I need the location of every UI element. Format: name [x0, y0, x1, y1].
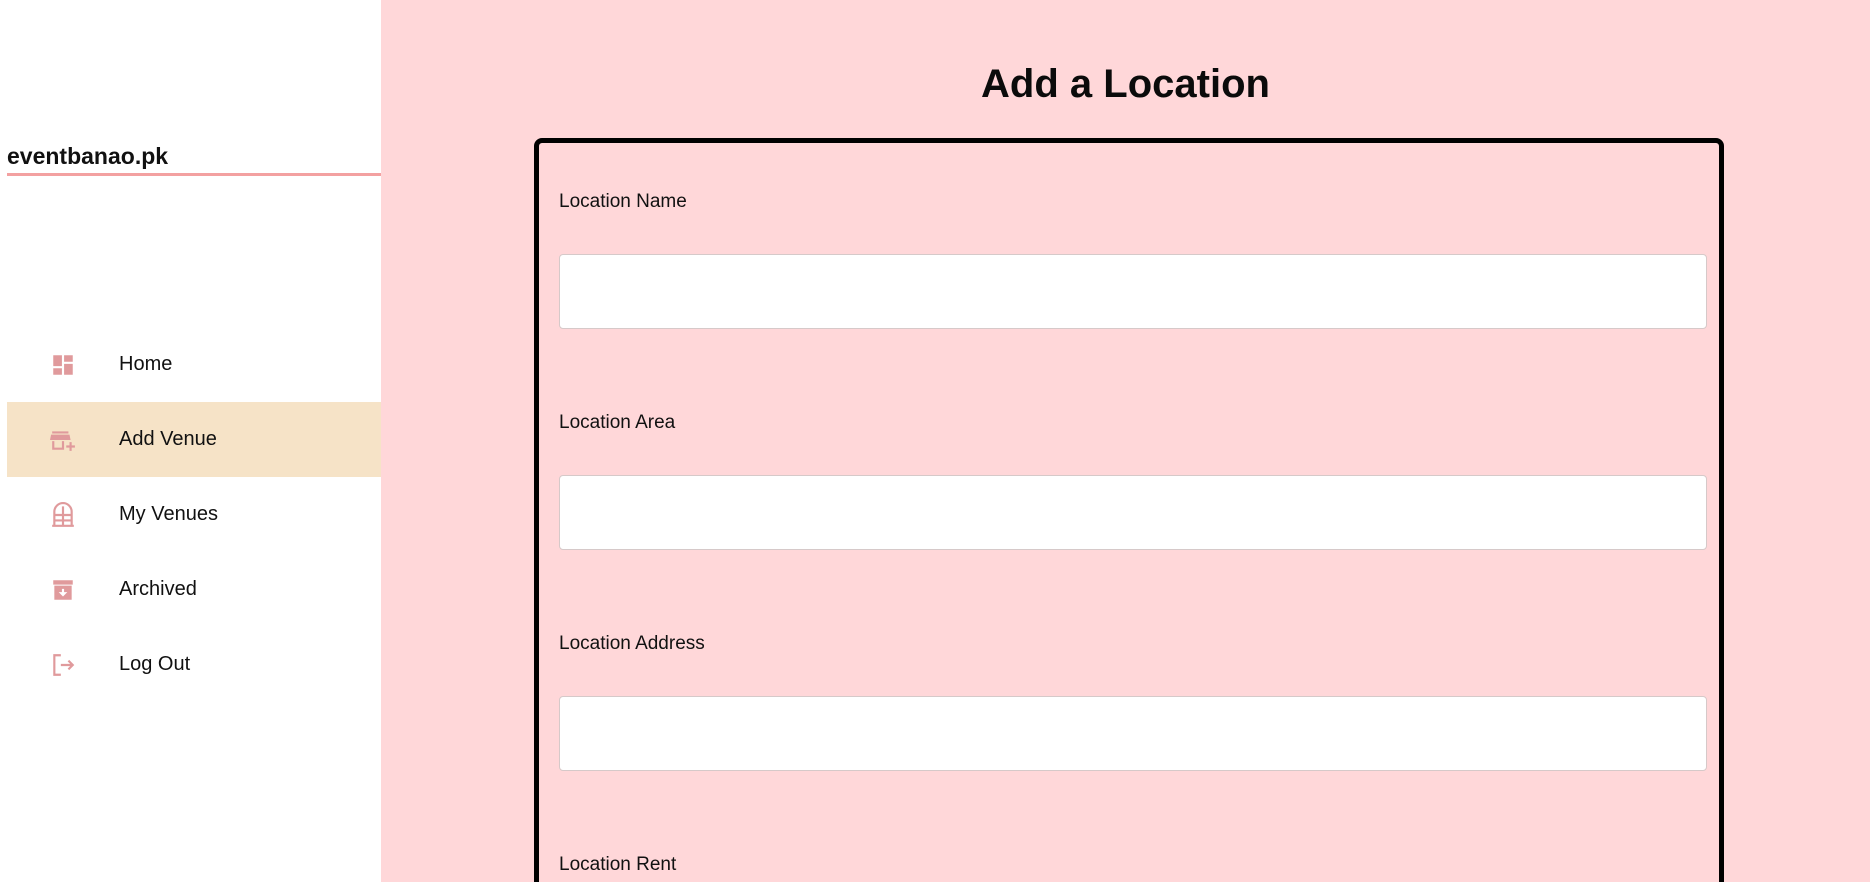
location-address-input[interactable] [559, 696, 1707, 771]
sidebar-nav: Home Add Venue My Venues Archived Log Ou… [7, 327, 381, 702]
sidebar-item-label: Archived [119, 578, 197, 600]
location-area-label: Location Area [559, 412, 676, 433]
logout-icon [50, 652, 76, 678]
sidebar-item-log-out[interactable]: Log Out [7, 627, 381, 702]
add-business-icon [50, 427, 76, 453]
add-location-form: Location Name Location Area Location Add… [534, 138, 1724, 882]
location-name-label: Location Name [559, 191, 687, 212]
sidebar-item-label: Add Venue [119, 428, 217, 450]
sidebar-item-add-venue[interactable]: Add Venue [7, 402, 381, 477]
sidebar-item-archived[interactable]: Archived [7, 552, 381, 627]
sidebar-item-label: Home [119, 353, 173, 375]
main-content: Add a Location Location Name Location Ar… [381, 0, 1870, 882]
location-name-input[interactable] [559, 254, 1707, 329]
page-title: Add a Location [981, 62, 1270, 106]
archive-icon [50, 577, 76, 603]
venue-building-icon [50, 501, 76, 528]
sidebar-item-home[interactable]: Home [7, 327, 381, 402]
app-window: eventbanao.pk Home Add Venue My Venues A… [0, 0, 1870, 882]
location-rent-label: Location Rent [559, 854, 677, 875]
location-area-input[interactable] [559, 475, 1707, 550]
sidebar-item-label: Log Out [119, 653, 191, 675]
brand-logo-text[interactable]: eventbanao.pk [7, 142, 381, 176]
dashboard-icon [50, 352, 76, 378]
sidebar-item-label: My Venues [119, 503, 218, 525]
sidebar-item-my-venues[interactable]: My Venues [7, 477, 381, 552]
sidebar: eventbanao.pk Home Add Venue My Venues A… [0, 0, 381, 882]
location-address-label: Location Address [559, 633, 705, 654]
